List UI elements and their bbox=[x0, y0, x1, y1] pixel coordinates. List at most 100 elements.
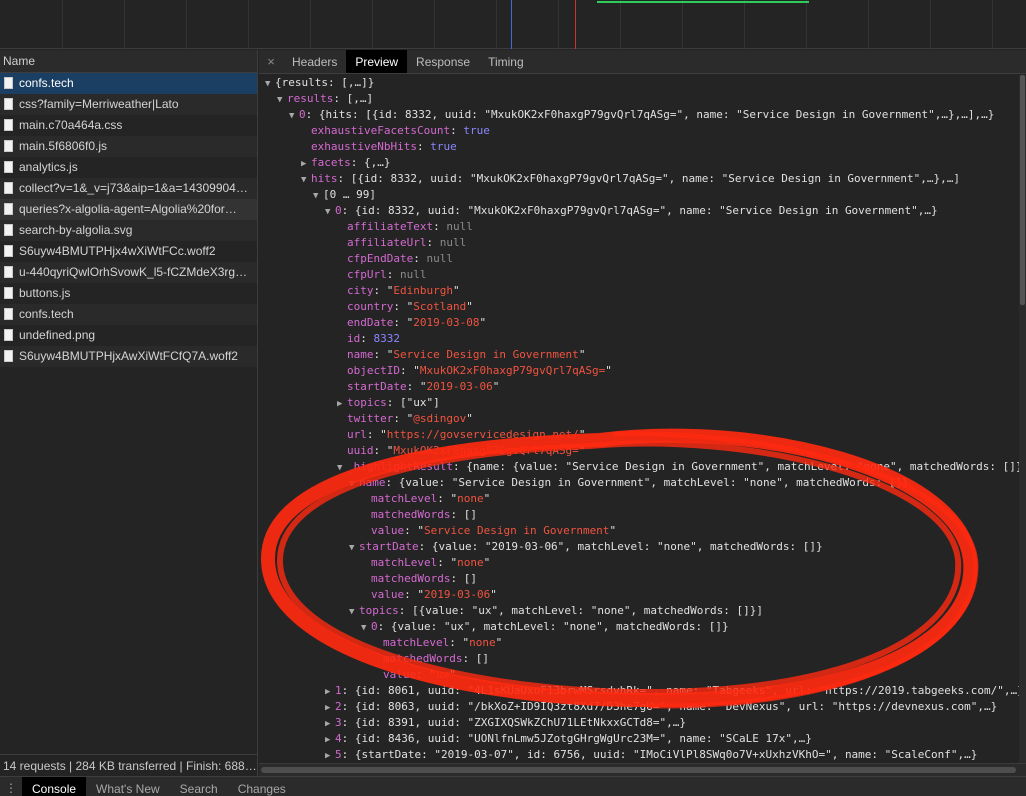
tab-headers[interactable]: Headers bbox=[283, 50, 346, 73]
tree-node[interactable]: ▼ 0: {hits: [{id: 8332, uuid: "MxukOK2xF0… bbox=[259, 107, 1019, 123]
tree-node[interactable]: exhaustiveNbHits: true bbox=[259, 139, 1019, 155]
tree-node[interactable]: ▼ {results: [,…]} bbox=[259, 75, 1019, 91]
tree-node[interactable]: ▶ facets: {,…} bbox=[259, 155, 1019, 171]
expand-down-icon[interactable]: ▼ bbox=[349, 540, 359, 556]
expand-down-icon[interactable]: ▼ bbox=[313, 188, 323, 204]
tab-timing[interactable]: Timing bbox=[479, 50, 533, 73]
tree-node[interactable]: ▶ 3: {id: 8391, uuid: "ZXGIXQSWkZChU71LEt… bbox=[259, 715, 1019, 731]
tree-node[interactable]: twitter: "@sdingov" bbox=[259, 411, 1019, 427]
tree-node[interactable]: ▼ 0: {id: 8332, uuid: "MxukOK2xF0haxgP79g… bbox=[259, 203, 1019, 219]
close-icon[interactable]: × bbox=[259, 50, 283, 73]
tree-node[interactable]: matchLevel: "none" bbox=[259, 555, 1019, 571]
tree-node[interactable]: objectID: "MxukOK2xF0haxgP79gvQrl7qASg=" bbox=[259, 363, 1019, 379]
expand-right-icon[interactable]: ▶ bbox=[301, 156, 311, 172]
name-column-header[interactable]: Name bbox=[0, 50, 257, 73]
expand-right-icon[interactable]: ▶ bbox=[325, 684, 335, 700]
tree-token: startDate bbox=[359, 540, 419, 553]
tree-node[interactable]: value: "2019-03-06" bbox=[259, 587, 1019, 603]
tree-token: affiliateText bbox=[347, 220, 434, 233]
tree-token: " bbox=[483, 492, 491, 505]
horizontal-scrollbar[interactable] bbox=[259, 763, 1026, 776]
tree-node[interactable]: cfpUrl: null bbox=[259, 267, 1019, 283]
request-row[interactable]: search-by-algolia.svg bbox=[0, 220, 257, 241]
request-row[interactable]: confs.tech bbox=[0, 304, 257, 325]
tree-node[interactable]: country: "Scotland" bbox=[259, 299, 1019, 315]
scrollbar-thumb[interactable] bbox=[1020, 75, 1025, 305]
tree-node[interactable]: endDate: "2019-03-08" bbox=[259, 315, 1019, 331]
expand-down-icon[interactable]: ▼ bbox=[301, 172, 311, 188]
tree-node[interactable]: ▶ 5: {startDate: "2019-03-07", id: 6756, … bbox=[259, 747, 1019, 763]
tree-node[interactable]: ▶ 4: {id: 8436, uuid: "UONlfnLmw5JZotgGHr… bbox=[259, 731, 1019, 747]
tree-node[interactable]: ▼ hits: [{id: 8332, uuid: "MxukOK2xF0haxg… bbox=[259, 171, 1019, 187]
tree-node[interactable]: value: "Service Design in Government" bbox=[259, 523, 1019, 539]
request-row[interactable]: main.c70a464a.css bbox=[0, 115, 257, 136]
timeline-gridline bbox=[248, 0, 249, 49]
tree-node[interactable]: url: "https://govservicedesign.net/" bbox=[259, 427, 1019, 443]
tree-node[interactable]: startDate: "2019-03-06" bbox=[259, 379, 1019, 395]
vertical-scrollbar[interactable] bbox=[1019, 75, 1026, 763]
request-row[interactable]: S6uyw4BMUTPHjxAwXiWtFCfQ7A.woff2 bbox=[0, 346, 257, 367]
expand-right-icon[interactable]: ▶ bbox=[325, 700, 335, 716]
tree-node[interactable]: id: 8332 bbox=[259, 331, 1019, 347]
tab-preview[interactable]: Preview bbox=[346, 50, 408, 73]
request-row[interactable]: undefined.png bbox=[0, 325, 257, 346]
expand-right-icon[interactable]: ▶ bbox=[325, 716, 335, 732]
tree-node[interactable]: ▶ 1: {id: 8061, uuid: "4L1sKUaUxoF13brwMS… bbox=[259, 683, 1019, 699]
expand-down-icon[interactable]: ▼ bbox=[325, 204, 335, 220]
tree-node[interactable]: ▼ [0 … 99] bbox=[259, 187, 1019, 203]
tree-node[interactable]: ▼ 0: {value: "ux", matchLevel: "none", ma… bbox=[259, 619, 1019, 635]
tree-node[interactable]: ▼ topics: [{value: "ux", matchLevel: "non… bbox=[259, 603, 1019, 619]
tree-node[interactable]: uuid: "MxukOK2xF0haxgP79gvQrl7qASg=" bbox=[259, 443, 1019, 459]
request-row[interactable]: analytics.js bbox=[0, 157, 257, 178]
tree-token: cfpUrl bbox=[347, 268, 387, 281]
scrollbar-thumb[interactable] bbox=[261, 767, 1016, 773]
tree-node[interactable]: value: "ux" bbox=[259, 667, 1019, 683]
expand-down-icon[interactable]: ▼ bbox=[265, 76, 275, 92]
tree-node[interactable]: matchedWords: [] bbox=[259, 507, 1019, 523]
expand-down-icon[interactable]: ▼ bbox=[349, 476, 359, 492]
expand-down-icon[interactable]: ▼ bbox=[337, 460, 347, 476]
more-icon[interactable]: ⋮ bbox=[0, 777, 22, 796]
tree-node[interactable]: affiliateText: null bbox=[259, 219, 1019, 235]
tree-node[interactable]: matchLevel: "none" bbox=[259, 635, 1019, 651]
tree-node[interactable]: matchedWords: [] bbox=[259, 651, 1019, 667]
tree-node[interactable]: ▶ topics: ["ux"] bbox=[259, 395, 1019, 411]
tree-node[interactable]: matchLevel: "none" bbox=[259, 491, 1019, 507]
drawer-tab-search[interactable]: Search bbox=[170, 777, 228, 796]
tab-response[interactable]: Response bbox=[407, 50, 479, 73]
timeline-overview[interactable] bbox=[0, 0, 1026, 49]
expand-right-icon[interactable]: ▶ bbox=[337, 396, 347, 412]
tree-node[interactable]: exhaustiveFacetsCount: true bbox=[259, 123, 1019, 139]
expand-down-icon[interactable]: ▼ bbox=[349, 604, 359, 620]
tree-node[interactable]: ▼ _highlightResult: {name: {value: "Servi… bbox=[259, 459, 1019, 475]
json-preview-tree[interactable]: ▼ {results: [,…]} ▼ results: [,…] ▼ 0: {hits:… bbox=[259, 75, 1019, 763]
drawer-tab-what-s-new[interactable]: What's New bbox=[86, 777, 170, 796]
request-row[interactable]: collect?v=1&_v=j73&aip=1&a=14309904… bbox=[0, 178, 257, 199]
tree-node[interactable]: matchedWords: [] bbox=[259, 571, 1019, 587]
tree-node[interactable]: ▶ 2: {id: 8063, uuid: "/bkXoZ+ID9IQ3zt8Xd… bbox=[259, 699, 1019, 715]
tree-node[interactable]: cfpEndDate: null bbox=[259, 251, 1019, 267]
request-row[interactable]: buttons.js bbox=[0, 283, 257, 304]
drawer-tab-changes[interactable]: Changes bbox=[228, 777, 296, 796]
tree-node[interactable]: city: "Edinburgh" bbox=[259, 283, 1019, 299]
request-row[interactable]: main.5f6806f0.js bbox=[0, 136, 257, 157]
expand-down-icon[interactable]: ▼ bbox=[277, 92, 287, 108]
tree-node[interactable]: ▼ startDate: {value: "2019-03-06", matchL… bbox=[259, 539, 1019, 555]
expand-down-icon[interactable]: ▼ bbox=[289, 108, 299, 124]
expand-right-icon[interactable]: ▶ bbox=[325, 748, 335, 763]
tree-node[interactable]: affiliateUrl: null bbox=[259, 235, 1019, 251]
drawer-tab-console[interactable]: Console bbox=[22, 777, 87, 796]
expand-down-icon[interactable]: ▼ bbox=[361, 620, 371, 636]
tree-node[interactable]: ▼ name: {value: "Service Design in Govern… bbox=[259, 475, 1019, 491]
request-row[interactable]: queries?x-algolia-agent=Algolia%20for… bbox=[0, 199, 257, 220]
expand-right-icon[interactable]: ▶ bbox=[325, 732, 335, 748]
request-row[interactable]: S6uyw4BMUTPHjx4wXiWtFCc.woff2 bbox=[0, 241, 257, 262]
request-row[interactable]: u-440qyriQwlOrhSvowK_l5-fCZMdeX3rg… bbox=[0, 262, 257, 283]
tree-node[interactable]: name: "Service Design in Government" bbox=[259, 347, 1019, 363]
tree-token: [0 … 99] bbox=[323, 188, 376, 201]
tree-token: : {value: "ux", matchLevel: "none", matc… bbox=[377, 620, 729, 633]
tree-node[interactable]: ▼ results: [,…] bbox=[259, 91, 1019, 107]
request-row[interactable]: css?family=Merriweather|Lato bbox=[0, 94, 257, 115]
timeline-gridline bbox=[62, 0, 63, 49]
request-row[interactable]: confs.tech bbox=[0, 73, 257, 94]
